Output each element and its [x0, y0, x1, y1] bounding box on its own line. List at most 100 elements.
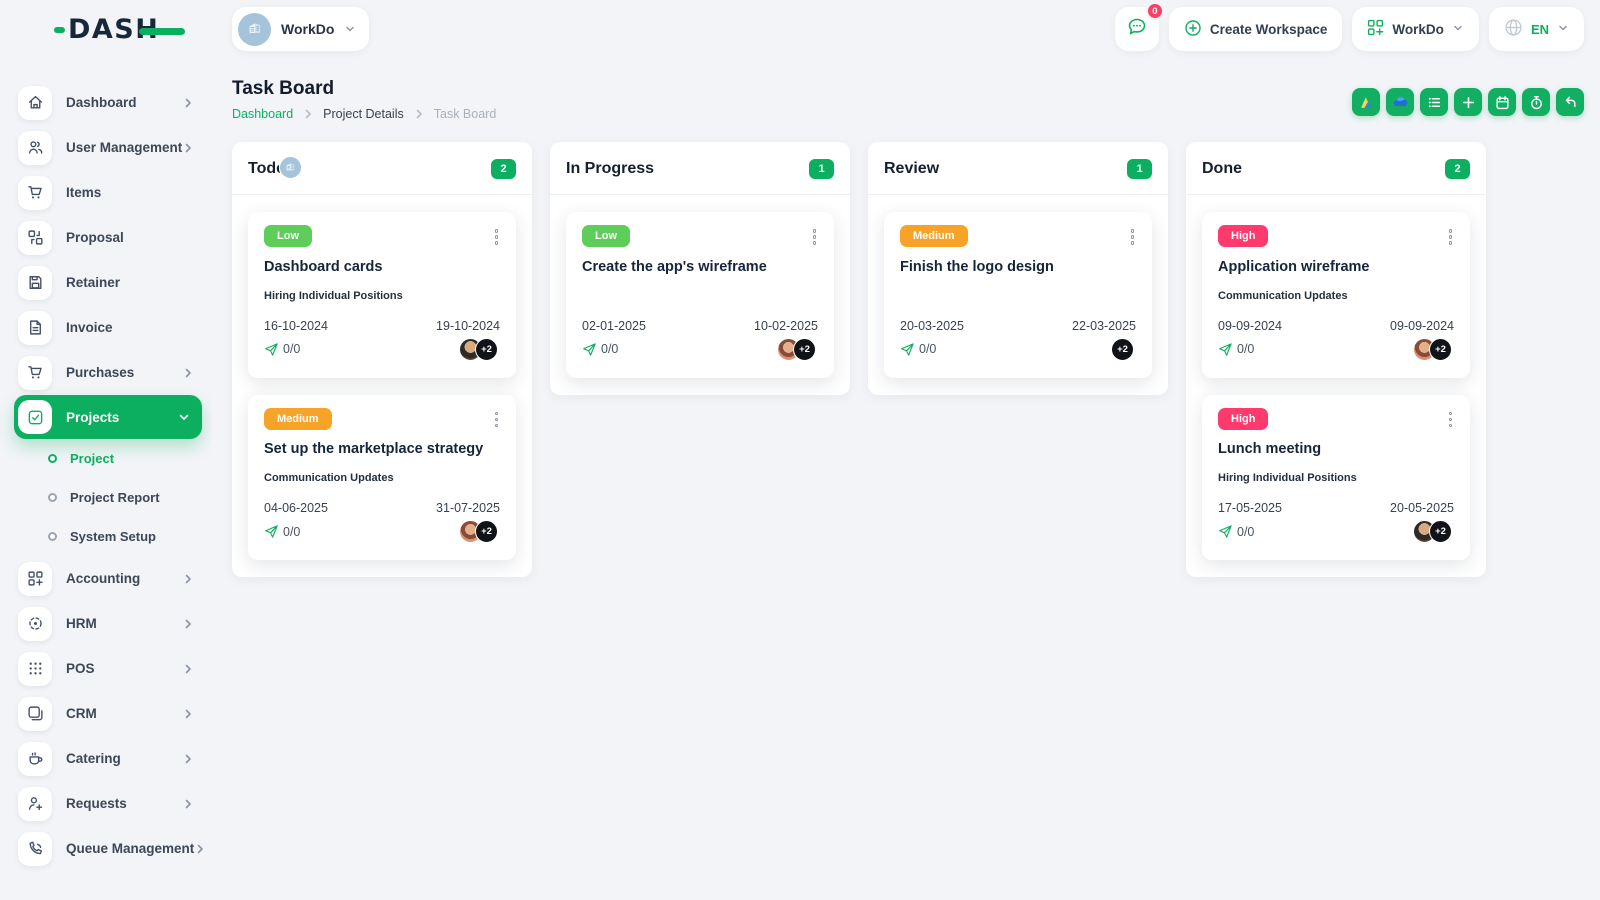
sidebar-item-hrm[interactable]: HRM [14, 601, 202, 646]
sidebar-item-projects[interactable]: Projects [14, 395, 202, 439]
back-button[interactable] [1556, 88, 1584, 116]
assignee-avatars[interactable]: +2 [279, 156, 500, 543]
sidebar-subitem-project[interactable]: Project [14, 439, 202, 478]
send-icon [265, 342, 278, 356]
column-cards: Low Dashboard cards Hiring Individual Po… [232, 156, 532, 560]
column-header: In Progress 1 [550, 142, 850, 195]
check-square-icon [18, 400, 52, 434]
calendar-view-button[interactable] [1488, 88, 1516, 116]
task-card[interactable]: Low Create the app's wireframe 02-01-202… [279, 156, 834, 378]
sidebar-item-label: HRM [66, 616, 97, 631]
extra-assignees-badge: +2 [475, 520, 498, 543]
assignee-avatars[interactable]: +2 [279, 156, 1454, 361]
column-count-badge: 2 [491, 159, 516, 179]
sidebar-item-pos[interactable]: POS [14, 646, 202, 691]
breadcrumb: Dashboard Project Details Task Board [232, 107, 496, 121]
column-cards: Low Create the app's wireframe 02-01-202… [279, 156, 850, 378]
chat-square-icon [18, 696, 52, 731]
sidebar-item-invoice[interactable]: Invoice [14, 305, 202, 350]
task-card[interactable]: High Lunch meeting Hiring Individual Pos… [1202, 394, 1470, 560]
task-title: Lunch meeting [1218, 441, 1322, 457]
board-column-review: Review 1 Medium Finish the logo design 2… [279, 142, 1168, 395]
card-menu-button[interactable] [1129, 225, 1137, 249]
card-menu-button[interactable] [493, 408, 501, 432]
chevron-right-icon [182, 798, 194, 810]
undo-icon [1563, 95, 1578, 110]
column-title: Review [884, 160, 940, 177]
user-plus-icon [18, 786, 52, 821]
sidebar-item-label: Purchases [66, 365, 135, 380]
timer-button[interactable] [1522, 88, 1550, 116]
send-icon [583, 342, 596, 356]
topbar-actions: 0 Create Workspace WorkDo EN [1114, 2, 1584, 51]
chat-badge: 0 [1145, 2, 1164, 20]
sidebar-item-proposal[interactable]: Proposal [14, 215, 202, 260]
assignee-avatars[interactable]: +2 [279, 156, 500, 361]
onedrive-button[interactable] [1386, 88, 1414, 116]
task-card[interactable]: Low Dashboard cards Hiring Individual Po… [248, 156, 516, 378]
users-icon [18, 130, 52, 165]
task-card[interactable]: High Application wireframe Communication… [279, 156, 1470, 378]
breadcrumb-item-dashboard[interactable]: Dashboard [232, 107, 293, 121]
create-workspace-button[interactable]: Create Workspace [1168, 7, 1343, 51]
sidebar-item-requests[interactable]: Requests [14, 781, 202, 826]
task-progress-count: 0/0 [919, 342, 937, 356]
chevron-down-icon [344, 23, 356, 35]
sidebar-item-dashboard[interactable]: Dashboard [14, 80, 202, 125]
list-view-button[interactable] [1420, 88, 1448, 116]
sidebar-item-retainer[interactable]: Retainer [14, 260, 202, 305]
sidebar-item-purchases[interactable]: Purchases [14, 350, 202, 395]
send-icon [265, 525, 278, 538]
workspace-logo-avatar [279, 156, 302, 179]
assignee-avatars[interactable]: +2 [279, 156, 818, 361]
page-title: Task Board [232, 78, 335, 99]
task-title: Application wireframe [1218, 258, 1370, 275]
card-menu-button[interactable] [811, 225, 819, 249]
task-title: Finish the logo design [900, 258, 1054, 275]
workspace-selector[interactable]: WorkDo [232, 7, 370, 51]
sidebar-item-items[interactable]: Items [14, 170, 202, 215]
plus-circle-icon [1184, 19, 1202, 40]
task-card[interactable]: Medium Set up the marketplace strategy C… [248, 156, 516, 560]
grid-plus-icon [18, 561, 52, 596]
google-drive-button[interactable] [1352, 88, 1380, 116]
board-actions [1352, 88, 1584, 116]
extra-assignees-badge: +2 [1429, 337, 1452, 361]
add-task-button[interactable] [1454, 88, 1482, 116]
sidebar-item-label: Queue Management [66, 841, 195, 856]
target-icon [18, 606, 52, 641]
messenger-button[interactable]: 0 [1114, 2, 1164, 51]
home-icon [18, 85, 52, 120]
card-menu-button[interactable] [493, 225, 501, 249]
sidebar-item-label: Catering [66, 751, 121, 766]
assignee-avatars[interactable]: +2 [279, 156, 1136, 361]
app-logo: DASH [54, 14, 186, 45]
task-card[interactable]: Medium Finish the logo design 20-03-2025… [279, 156, 1152, 378]
column-header: Review 1 [868, 142, 1168, 195]
workspace-menu-button[interactable]: WorkDo [1352, 7, 1479, 51]
bullet-icon [48, 532, 57, 541]
dots-grid-icon [18, 651, 52, 686]
language-label: EN [1530, 21, 1549, 37]
board-column-todo: Todo 2 Low Dashboard cards Hiring Indivi… [232, 142, 532, 577]
task-end-date: 31-07-2025 [436, 501, 500, 515]
chevron-down-icon [178, 411, 190, 423]
sidebar-item-user-management[interactable]: User Management [14, 125, 202, 170]
column-count-badge: 1 [809, 159, 834, 179]
task-progress: 0/0 [264, 342, 300, 357]
breadcrumb-item-project-details[interactable]: Project Details [323, 107, 404, 121]
assignee-avatars[interactable]: +2 [1413, 520, 1454, 543]
chevron-right-icon [194, 843, 206, 855]
gdrive-icon [1359, 95, 1374, 110]
sidebar-item-catering[interactable]: Catering [14, 736, 202, 781]
card-menu-button[interactable] [1447, 408, 1455, 432]
language-selector[interactable]: EN [1488, 7, 1584, 51]
workspace-menu-label: WorkDo [1392, 21, 1444, 37]
sidebar-item-crm[interactable]: CRM [14, 691, 202, 736]
card-menu-button[interactable] [1447, 225, 1455, 249]
sidebar-item-accounting[interactable]: Accounting [14, 556, 202, 601]
sidebar-item-queue-management[interactable]: Queue Management [14, 826, 204, 871]
chat-bubble-icon [1126, 16, 1148, 43]
sidebar-subitem-system-setup[interactable]: System Setup [14, 517, 202, 556]
sidebar-subitem-project-report[interactable]: Project Report [14, 478, 202, 517]
